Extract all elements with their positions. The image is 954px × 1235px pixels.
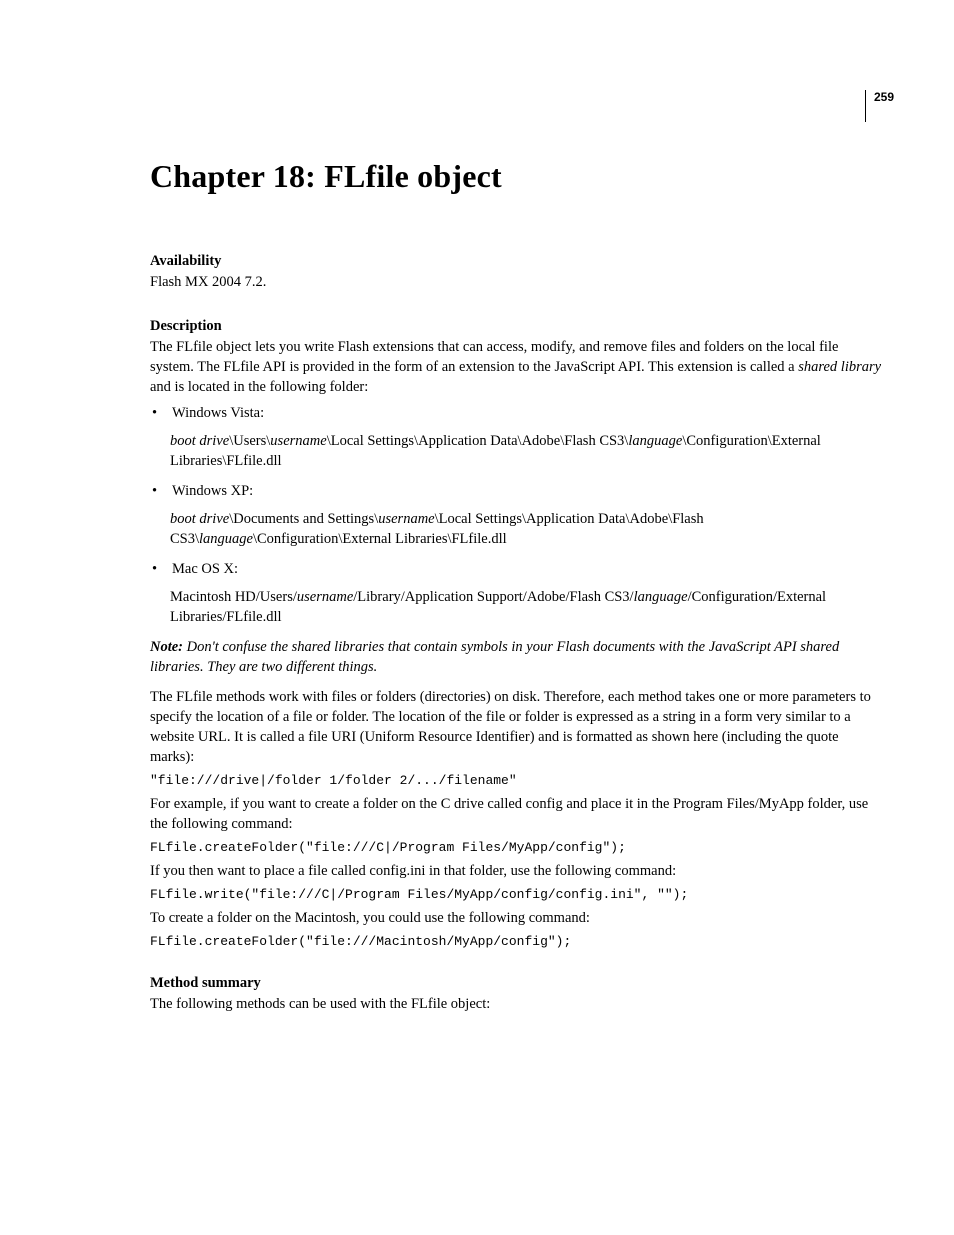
example2-text: If you then want to place a file called … (150, 861, 884, 881)
note-label: Note: (150, 639, 183, 655)
list-item: •Windows Vista: boot drive\Users\username… (150, 403, 884, 471)
method-summary-heading: Method summary (150, 975, 884, 992)
bullet-path: boot drive\Documents and Settings\userna… (170, 509, 884, 549)
description-intro-em: shared library (798, 359, 881, 375)
code-example2: FLfile.write("file:///C|/Program Files/M… (150, 887, 884, 902)
note-text: Don't confuse the shared libraries that … (150, 639, 839, 675)
description-intro-post: and is located in the following folder: (150, 379, 368, 395)
page: 259 Chapter 18: FLfile object Availabili… (0, 0, 954, 1078)
bullet-label: Mac OS X: (172, 559, 238, 579)
platform-list: •Windows Vista:boot drive\Users\username… (150, 403, 884, 627)
code-example1: FLfile.createFolder("file:///C|/Program … (150, 840, 884, 855)
methods-paragraph: The FLfile methods work with files or fo… (150, 687, 884, 767)
list-item: •Windows XP: boot drive\Documents and Set… (150, 481, 884, 549)
bullet-icon: • (150, 481, 172, 501)
code-uri-format: "file:///drive|/folder 1/folder 2/.../fi… (150, 773, 884, 788)
bullet-label: Windows Vista: (172, 403, 264, 423)
description-intro: The FLfile object lets you write Flash e… (150, 337, 884, 397)
availability-text: Flash MX 2004 7.2. (150, 272, 884, 292)
description-note: Note: Don't confuse the shared libraries… (150, 637, 884, 677)
bullet-path: Macintosh HD/Users/username/Library/Appl… (170, 587, 884, 627)
list-item: •Mac OS X: Macintosh HD/Users/username/Li… (150, 559, 884, 627)
example1-text: For example, if you want to create a fol… (150, 794, 884, 834)
page-number: 259 (865, 90, 894, 122)
method-summary-text: The following methods can be used with t… (150, 994, 884, 1014)
bullet-icon: • (150, 559, 172, 579)
example3-text: To create a folder on the Macintosh, you… (150, 908, 884, 928)
availability-heading: Availability (150, 253, 884, 270)
bullet-label: Windows XP: (172, 481, 253, 501)
description-heading: Description (150, 318, 884, 335)
description-intro-pre: The FLfile object lets you write Flash e… (150, 339, 838, 375)
code-example3: FLfile.createFolder("file:///Macintosh/M… (150, 934, 884, 949)
bullet-path: boot drive\Users\username\Local Settings… (170, 431, 884, 471)
chapter-title: Chapter 18: FLfile object (150, 158, 884, 195)
bullet-icon: • (150, 403, 172, 423)
